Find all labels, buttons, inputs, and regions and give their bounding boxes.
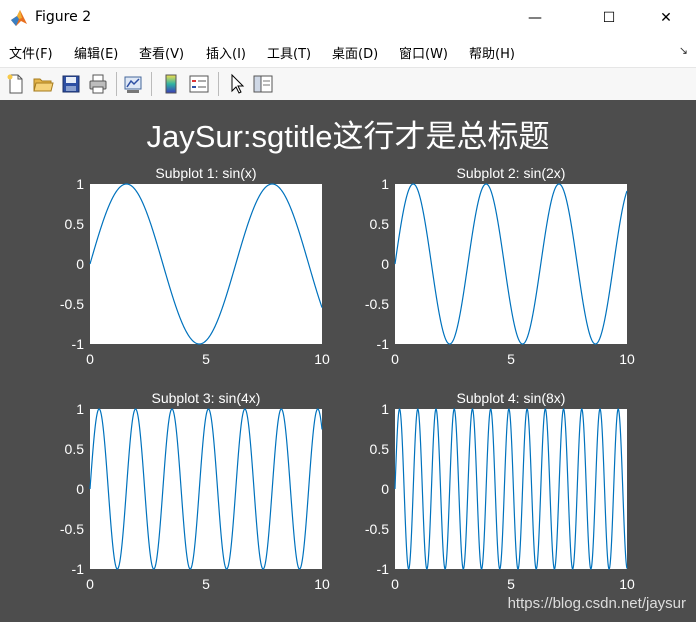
menu-desktop[interactable]: 桌面(D) [332, 43, 378, 62]
print-icon[interactable] [87, 73, 109, 95]
menu-window[interactable]: 窗口(W) [399, 43, 448, 62]
y-tick-label: 0 [381, 256, 389, 272]
y-tick-label: 1 [76, 401, 84, 417]
maximize-button[interactable]: ☐ [586, 0, 632, 36]
pointer-icon[interactable] [226, 73, 248, 95]
window-title: Figure 2 [35, 9, 92, 25]
insert-colorbar-icon[interactable] [160, 73, 182, 95]
x-tick-label: 5 [507, 576, 515, 592]
y-tick-label: 1 [381, 176, 389, 192]
y-tick-label: -1 [377, 336, 390, 352]
y-tick-label: 0 [381, 481, 389, 497]
subplot-1[interactable]: Subplot 1: sin(x)10.50-0.5-10 5 10 [50, 160, 350, 370]
axes-background [90, 409, 322, 569]
y-tick-label: 1 [76, 176, 84, 192]
y-tick-label: -0.5 [60, 521, 84, 537]
x-tick-label: 0 [391, 576, 399, 592]
y-tick-label: -1 [72, 336, 85, 352]
dock-arrow-icon[interactable]: ↘ [679, 44, 688, 57]
y-tick-label: -0.5 [365, 521, 389, 537]
menu-tools[interactable]: 工具(T) [267, 43, 311, 62]
x-tick-label: 5 [507, 351, 515, 367]
figure-super-title: JaySur:sgtitle这行才是总标题 [146, 119, 550, 154]
subplot-title: Subplot 1: sin(x) [155, 165, 256, 181]
close-button[interactable]: ✕ [643, 0, 689, 36]
new-file-icon[interactable] [5, 73, 27, 95]
toolbar [0, 67, 696, 101]
y-tick-label: 1 [381, 401, 389, 417]
x-tick-label: 10 [314, 351, 330, 367]
insert-legend-icon[interactable] [188, 73, 210, 95]
x-tick-label: 0 [391, 351, 399, 367]
x-tick-label: 5 [202, 351, 210, 367]
watermark: https://blog.csdn.net/jaysur [507, 595, 686, 612]
subplot-title: Subplot 3: sin(4x) [152, 390, 261, 406]
y-tick-label: -1 [377, 561, 390, 577]
open-folder-icon[interactable] [32, 73, 54, 95]
subplot-4[interactable]: Subplot 4: sin(8x)10.50-0.5-10 5 10 [355, 385, 655, 595]
save-icon[interactable] [60, 73, 82, 95]
x-tick-label: 10 [314, 576, 330, 592]
matlab-logo-icon [11, 10, 27, 26]
y-tick-label: -1 [72, 561, 85, 577]
close-icon: ✕ [660, 10, 672, 26]
menu-edit[interactable]: 编辑(E) [74, 43, 118, 62]
x-tick-label: 5 [202, 576, 210, 592]
figure-canvas: JaySur:sgtitle这行才是总标题 Subplot 1: sin(x) 1… [0, 100, 696, 622]
x-tick-label: 0 [86, 351, 94, 367]
y-tick-label: -0.5 [60, 296, 84, 312]
y-tick-label: 0.5 [65, 441, 85, 457]
y-tick-label: 0.5 [370, 441, 390, 457]
window-titlebar[interactable]: Figure 2 — ☐ ✕ [0, 0, 696, 36]
subplot-title: Subplot 4: sin(8x) [457, 390, 566, 406]
y-tick-label: 0 [76, 256, 84, 272]
minimize-button[interactable]: — [512, 0, 558, 36]
axes-background [395, 184, 627, 344]
menu-file[interactable]: 文件(F) [9, 43, 53, 62]
menu-bar: 文件(F) 编辑(E) 查看(V) 插入(I) 工具(T) 桌面(D) 窗口(W… [0, 38, 696, 66]
maximize-icon: ☐ [602, 10, 616, 26]
x-tick-label: 10 [619, 351, 635, 367]
y-tick-label: -0.5 [365, 296, 389, 312]
axes-background [90, 184, 322, 344]
y-tick-label: 0.5 [65, 216, 85, 232]
menu-help[interactable]: 帮助(H) [469, 43, 515, 62]
x-tick-label: 10 [619, 576, 635, 592]
subplot-2[interactable]: Subplot 2: sin(2x)10.50-0.5-10 5 10 [355, 160, 655, 370]
subplot-3[interactable]: Subplot 3: sin(4x)10.50-0.5-10 5 10 [50, 385, 350, 595]
link-plot-icon[interactable] [122, 73, 144, 95]
plot-browser-icon[interactable] [252, 73, 274, 95]
x-tick-label: 0 [86, 576, 94, 592]
y-tick-label: 0 [76, 481, 84, 497]
menu-view[interactable]: 查看(V) [139, 43, 184, 62]
subplot-title: Subplot 2: sin(2x) [457, 165, 566, 181]
y-tick-label: 0.5 [370, 216, 390, 232]
minimize-icon: — [528, 10, 542, 26]
menu-insert[interactable]: 插入(I) [206, 43, 246, 62]
